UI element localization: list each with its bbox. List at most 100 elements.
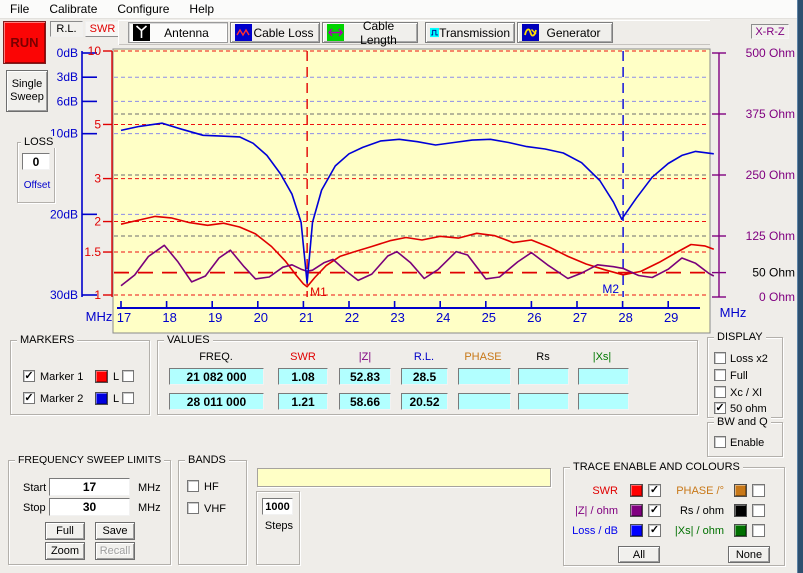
ohm-tick-label: 125 Ohm xyxy=(746,229,795,243)
trace-all-button[interactable]: All xyxy=(618,546,660,563)
transmission-mode-button[interactable]: Transmission xyxy=(425,22,515,43)
marker1-l-checkbox[interactable] xyxy=(122,370,134,382)
freq-header: FREQ. xyxy=(186,351,246,363)
trace-phase-label: PHASE /° xyxy=(668,485,724,497)
marker2-l-label: L xyxy=(113,393,119,405)
marker2-checkbox[interactable] xyxy=(23,392,35,404)
frequency-tick-label: 18 xyxy=(162,310,176,325)
fifty-ohm-checkbox[interactable] xyxy=(714,402,726,414)
marker1-checkbox[interactable] xyxy=(23,370,35,382)
generator-icon xyxy=(522,24,539,41)
trace-z-swatch[interactable] xyxy=(630,504,643,517)
trace-z-checkbox[interactable] xyxy=(648,504,661,517)
db-tick-label: 30dB xyxy=(50,288,78,302)
marker1-z-value: 52.83 xyxy=(339,368,391,385)
db-tick-label: 3dB xyxy=(57,70,78,84)
frequency-tick-label: 26 xyxy=(527,310,541,325)
bw-q-enable-checkbox[interactable] xyxy=(714,436,726,448)
trace-loss-checkbox[interactable] xyxy=(648,524,661,537)
vhf-band-label: VHF xyxy=(204,503,226,515)
stop-label: Stop xyxy=(23,502,46,514)
swr-header: SWR xyxy=(273,351,333,363)
marker1-l-label: L xyxy=(113,371,119,383)
start-freq-input[interactable]: 17 xyxy=(49,478,130,496)
marker2-l-checkbox[interactable] xyxy=(122,392,134,404)
sweep-chart[interactable]: M1M217181920212223242526272829MHzMHz0dB3… xyxy=(0,0,803,345)
display-group-title: DISPLAY xyxy=(714,331,766,343)
marker1-color-swatch[interactable] xyxy=(95,370,108,383)
stop-freq-input[interactable]: 30 xyxy=(49,498,130,516)
rs-header: Rs xyxy=(513,351,573,363)
stop-unit-label: MHz xyxy=(138,502,161,514)
start-label: Start xyxy=(23,482,46,494)
run-button[interactable]: RUN xyxy=(3,21,46,64)
menu-calibrate[interactable]: Calibrate xyxy=(39,0,107,19)
menu-help[interactable]: Help xyxy=(179,0,224,19)
trace-loss-label: Loss / dB xyxy=(564,525,618,537)
loss-x2-checkbox[interactable] xyxy=(714,352,726,364)
rl-scale-tab[interactable]: R.L. xyxy=(50,21,83,37)
marker-label-m1: M1 xyxy=(310,285,327,299)
marker1-rl-value: 28.5 xyxy=(401,368,448,385)
single-sweep-button[interactable]: Single Sweep xyxy=(6,70,48,112)
sweep-limits-title: FREQUENCY SWEEP LIMITS xyxy=(15,454,164,466)
antenna-label: Antenna xyxy=(150,26,223,40)
xs-header: |Xs| xyxy=(572,351,632,363)
plot-area[interactable] xyxy=(113,49,710,333)
trace-rs-checkbox[interactable] xyxy=(752,504,765,517)
steps-input[interactable]: 1000 xyxy=(262,498,293,515)
full-sweep-button[interactable]: Full xyxy=(45,522,85,540)
full-scale-label: Full xyxy=(730,370,748,382)
bw-q-enable-label: Enable xyxy=(730,437,764,449)
bw-q-group-title: BW and Q xyxy=(714,416,771,428)
trace-phase-swatch[interactable] xyxy=(734,484,747,497)
transmission-label: Transmission xyxy=(439,26,510,40)
hf-band-label: HF xyxy=(204,481,219,493)
cable-length-mode-button[interactable]: Cable Length xyxy=(322,22,418,43)
generator-mode-button[interactable]: Generator xyxy=(517,22,613,43)
z-header: |Z| xyxy=(335,351,395,363)
trace-none-button[interactable]: None xyxy=(728,546,770,563)
menu-configure[interactable]: Configure xyxy=(107,0,179,19)
phase-header: PHASE xyxy=(453,351,513,363)
trace-xs-swatch[interactable] xyxy=(734,524,747,537)
zoom-sweep-button[interactable]: Zoom xyxy=(45,542,85,560)
swr-tick-label: 5 xyxy=(94,117,101,131)
trace-z-label: |Z| / ohm xyxy=(564,505,618,517)
markers-group: MARKERS Marker 1 L Marker 2 L xyxy=(10,340,150,415)
frequency-tick-label: 22 xyxy=(345,310,359,325)
recall-sweep-button[interactable]: Recall xyxy=(95,542,135,560)
cable-loss-mode-button[interactable]: Cable Loss xyxy=(230,22,320,43)
mhz-label-right: MHz xyxy=(720,305,747,320)
trace-phase-checkbox[interactable] xyxy=(752,484,765,497)
xc-xl-checkbox[interactable] xyxy=(714,386,726,398)
marker2-color-swatch[interactable] xyxy=(95,392,108,405)
vhf-band-checkbox[interactable] xyxy=(187,502,199,514)
trace-swr-swatch[interactable] xyxy=(630,484,643,497)
marker2-xs-value xyxy=(578,393,629,410)
swr-tick-label: 1.5 xyxy=(84,245,101,259)
save-sweep-button[interactable]: Save xyxy=(95,522,135,540)
status-message-bar xyxy=(257,468,551,487)
bw-q-group: BW and Q Enable xyxy=(707,422,783,457)
cable-length-icon xyxy=(327,24,344,41)
full-scale-checkbox[interactable] xyxy=(714,369,726,381)
trace-swr-checkbox[interactable] xyxy=(648,484,661,497)
menu-file[interactable]: File xyxy=(0,0,39,19)
trace-xs-checkbox[interactable] xyxy=(752,524,765,537)
antenna-mode-button[interactable]: Antenna xyxy=(128,22,228,43)
trace-colours-group: TRACE ENABLE AND COLOURS SWR PHASE /° |Z… xyxy=(563,467,785,566)
marker2-swr-value: 1.21 xyxy=(278,393,328,410)
swr-tick-label: 10 xyxy=(88,44,102,58)
rl-header: R.L. xyxy=(394,351,454,363)
hf-band-checkbox[interactable] xyxy=(187,480,199,492)
marker1-swr-value: 1.08 xyxy=(278,368,328,385)
loss-offset-input[interactable]: 0 xyxy=(22,153,50,170)
swr-scale-tab[interactable]: SWR xyxy=(85,21,120,37)
trace-loss-swatch[interactable] xyxy=(630,524,643,537)
mhz-label-left: MHz xyxy=(86,309,113,324)
marker2-phase-value xyxy=(458,393,511,410)
frequency-tick-label: 24 xyxy=(436,310,450,325)
ohm-tick-label: 375 Ohm xyxy=(746,107,795,121)
trace-rs-swatch[interactable] xyxy=(734,504,747,517)
